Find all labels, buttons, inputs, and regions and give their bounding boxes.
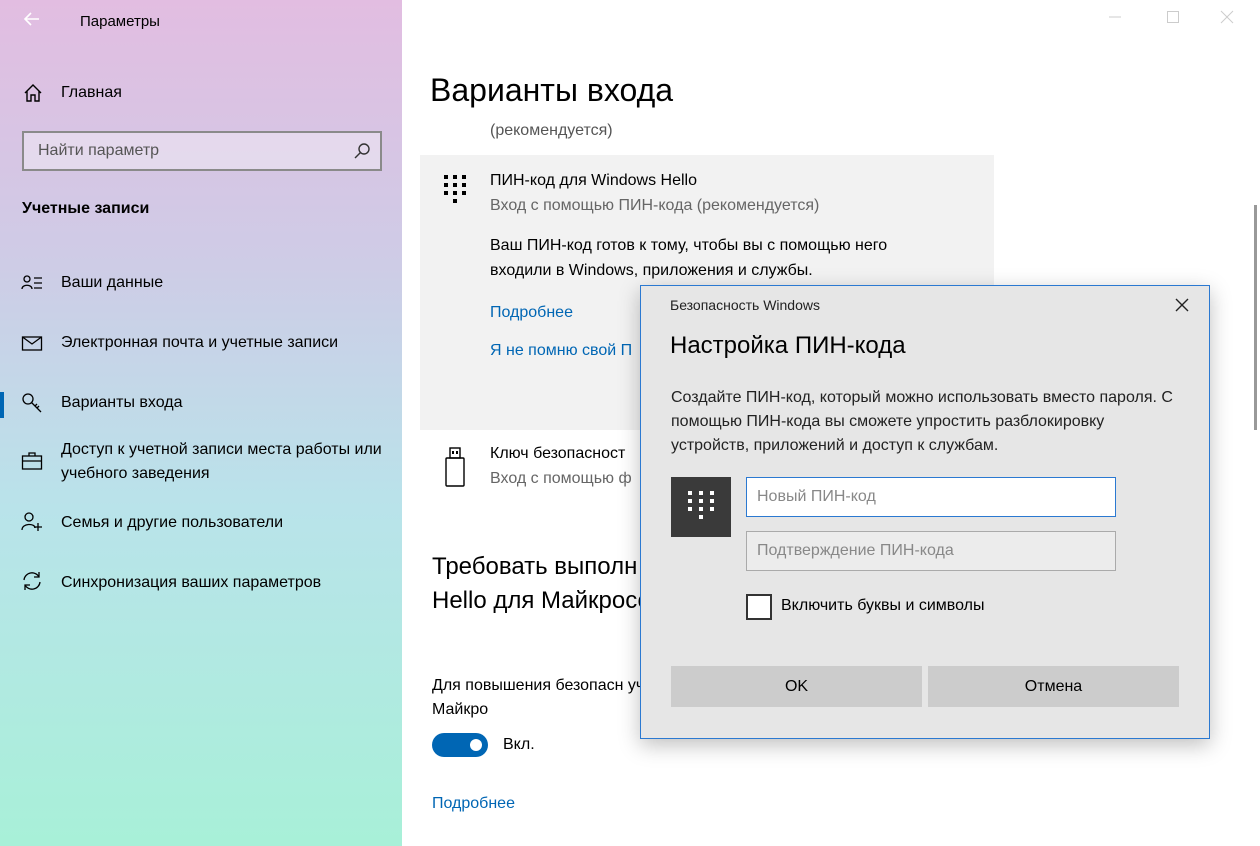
- sidebar-item-label: Доступ к учетной записи места работы или…: [61, 441, 382, 482]
- sidebar-item-label: Варианты входа: [61, 394, 183, 411]
- toggle-label: Вкл.: [503, 736, 535, 753]
- dialog-caption: Безопасность Windows: [670, 297, 820, 313]
- sync-icon: [23, 572, 41, 590]
- dialog-close-button[interactable]: [1171, 296, 1193, 318]
- close-icon: [1220, 10, 1234, 24]
- sidebar-item-family[interactable]: Семья и другие пользователи: [0, 502, 402, 550]
- active-indicator: [0, 392, 4, 418]
- person-add-icon: [21, 512, 42, 531]
- section-title: Учетные записи: [22, 200, 150, 217]
- app-title: Параметры: [80, 13, 160, 30]
- minimize-icon: [1109, 16, 1121, 18]
- scrollbar[interactable]: [1254, 205, 1257, 430]
- pin-subtitle: Вход с помощью ПИН-кода (рекомендуется): [490, 197, 820, 214]
- sidebar-item-sync[interactable]: Синхронизация ваших параметров: [0, 562, 402, 610]
- dialog-description: Создайте ПИН-код, который можно использо…: [671, 389, 1173, 454]
- sidebar-item-label: Синхронизация ваших параметров: [61, 574, 322, 591]
- title-bar: Параметры: [0, 0, 402, 44]
- usb-key-icon: [445, 447, 465, 487]
- pin-title: ПИН-код для Windows Hello: [490, 172, 697, 189]
- pin-forgot-link[interactable]: Я не помню свой П: [490, 342, 632, 360]
- new-pin-input[interactable]: [746, 477, 1116, 517]
- close-icon: [1175, 298, 1189, 312]
- close-window-button[interactable]: [1220, 10, 1234, 27]
- back-button[interactable]: [20, 8, 44, 32]
- mail-icon: [21, 336, 43, 351]
- nav-home[interactable]: Главная: [0, 74, 402, 114]
- toggle-knob: [470, 739, 482, 751]
- sidebar-item-email[interactable]: Электронная почта и учетные записи: [0, 322, 402, 370]
- security-key-subtitle: Вход с помощью ф: [490, 470, 632, 487]
- search-icon[interactable]: [352, 141, 372, 161]
- briefcase-icon: [21, 452, 43, 470]
- include-letters-label[interactable]: Включить буквы и символы: [781, 597, 985, 615]
- require-more-link[interactable]: Подробнее: [432, 795, 515, 813]
- sidebar: Параметры Главная Учетные записи Ваши да…: [0, 0, 402, 846]
- minimize-button[interactable]: [1108, 10, 1122, 27]
- recommended-label: (рекомендуется): [490, 122, 613, 139]
- search-input[interactable]: [24, 133, 344, 169]
- sidebar-item-label: Электронная почта и учетные записи: [61, 334, 339, 351]
- key-icon: [22, 393, 42, 413]
- require-hello-toggle[interactable]: [432, 733, 488, 757]
- dialog-title: Настройка ПИН-кода: [670, 332, 906, 359]
- nav-home-label: Главная: [61, 84, 122, 101]
- person-card-icon: [21, 275, 42, 290]
- security-key-title: Ключ безопасност: [490, 445, 626, 462]
- include-letters-checkbox[interactable]: [746, 594, 772, 620]
- sidebar-item-label: Ваши данные: [61, 274, 164, 291]
- pin-setup-dialog: Безопасность Windows Настройка ПИН-кода …: [640, 285, 1210, 739]
- keypad-glyph: [688, 491, 714, 519]
- maximize-button[interactable]: [1166, 10, 1180, 27]
- home-icon: [24, 84, 42, 102]
- sidebar-item-your-info[interactable]: Ваши данные: [0, 262, 402, 310]
- pin-more-link[interactable]: Подробнее: [490, 304, 573, 322]
- sidebar-item-sign-in-options[interactable]: Варианты входа: [0, 380, 402, 428]
- maximize-icon: [1167, 11, 1179, 23]
- search-box[interactable]: [22, 131, 382, 171]
- keypad-icon: [444, 175, 466, 203]
- sidebar-item-work-access[interactable]: Доступ к учетной записи места работы или…: [0, 438, 402, 490]
- page-title: Варианты входа: [430, 72, 674, 108]
- ok-button[interactable]: OK: [671, 666, 922, 707]
- keypad-icon: [671, 477, 731, 537]
- back-arrow-icon: [23, 12, 39, 26]
- sidebar-item-label: Семья и другие пользователи: [61, 514, 284, 531]
- confirm-pin-input[interactable]: [746, 531, 1116, 571]
- pin-description: Ваш ПИН-код готов к тому, чтобы вы с пом…: [490, 237, 888, 279]
- cancel-button[interactable]: Отмена: [928, 666, 1179, 707]
